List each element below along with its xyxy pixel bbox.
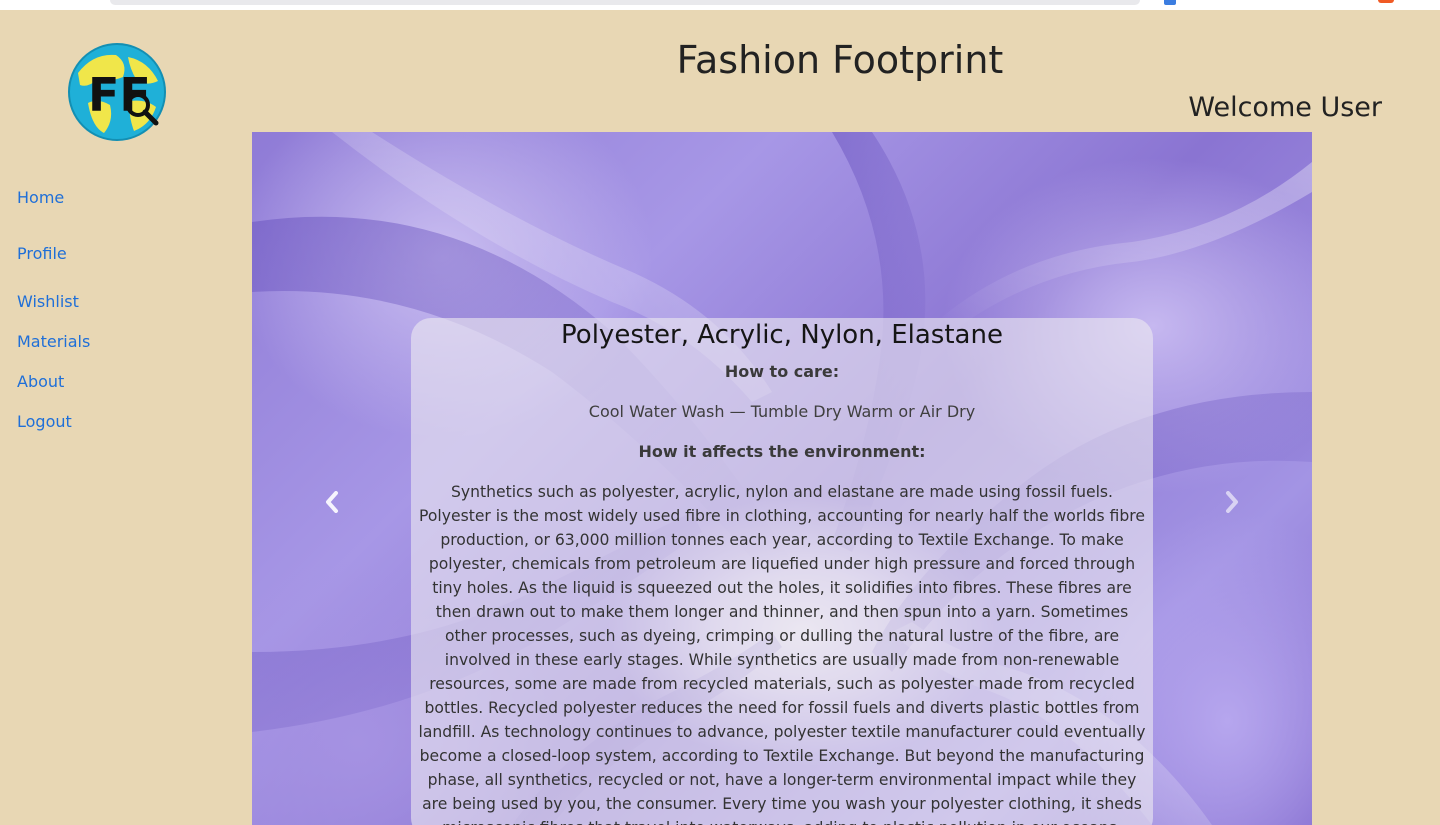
care-instructions: Cool Water Wash — Tumble Dry Warm or Air…	[588, 402, 976, 421]
site-logo[interactable]: FF	[68, 43, 166, 141]
nav-wishlist[interactable]: Wishlist	[17, 292, 79, 311]
carousel-next-button[interactable]	[1212, 482, 1252, 522]
materials-carousel[interactable]: Polyester, Acrylic, Nylon, Elastane How …	[252, 132, 1312, 825]
nav-materials[interactable]: Materials	[17, 332, 90, 351]
nav-about[interactable]: About	[17, 372, 64, 391]
browser-profile-icon	[1378, 0, 1394, 3]
chevron-left-icon	[326, 491, 338, 513]
slide-caption: Polyester, Acrylic, Nylon, Elastane How …	[411, 318, 1153, 825]
care-heading: How to care:	[724, 362, 840, 381]
welcome-message: Welcome User	[1188, 92, 1382, 123]
browser-top-strip	[0, 0, 1440, 10]
nav-profile[interactable]: Profile	[17, 244, 67, 263]
material-heading: Polyester, Acrylic, Nylon, Elastane	[561, 320, 1003, 350]
browser-extension-icon	[1164, 0, 1176, 5]
globe-logo-icon: FF	[68, 43, 166, 141]
environment-heading: How it affects the environment:	[638, 442, 926, 461]
carousel-prev-button[interactable]	[312, 482, 352, 522]
nav-logout[interactable]: Logout	[17, 412, 72, 431]
address-bar-edge	[110, 0, 1140, 5]
environment-description: Synthetics such as polyester, acrylic, n…	[418, 483, 1146, 825]
chevron-right-icon	[1226, 491, 1238, 513]
page-title: Fashion Footprint	[676, 38, 1004, 82]
nav-home[interactable]: Home	[17, 188, 64, 207]
